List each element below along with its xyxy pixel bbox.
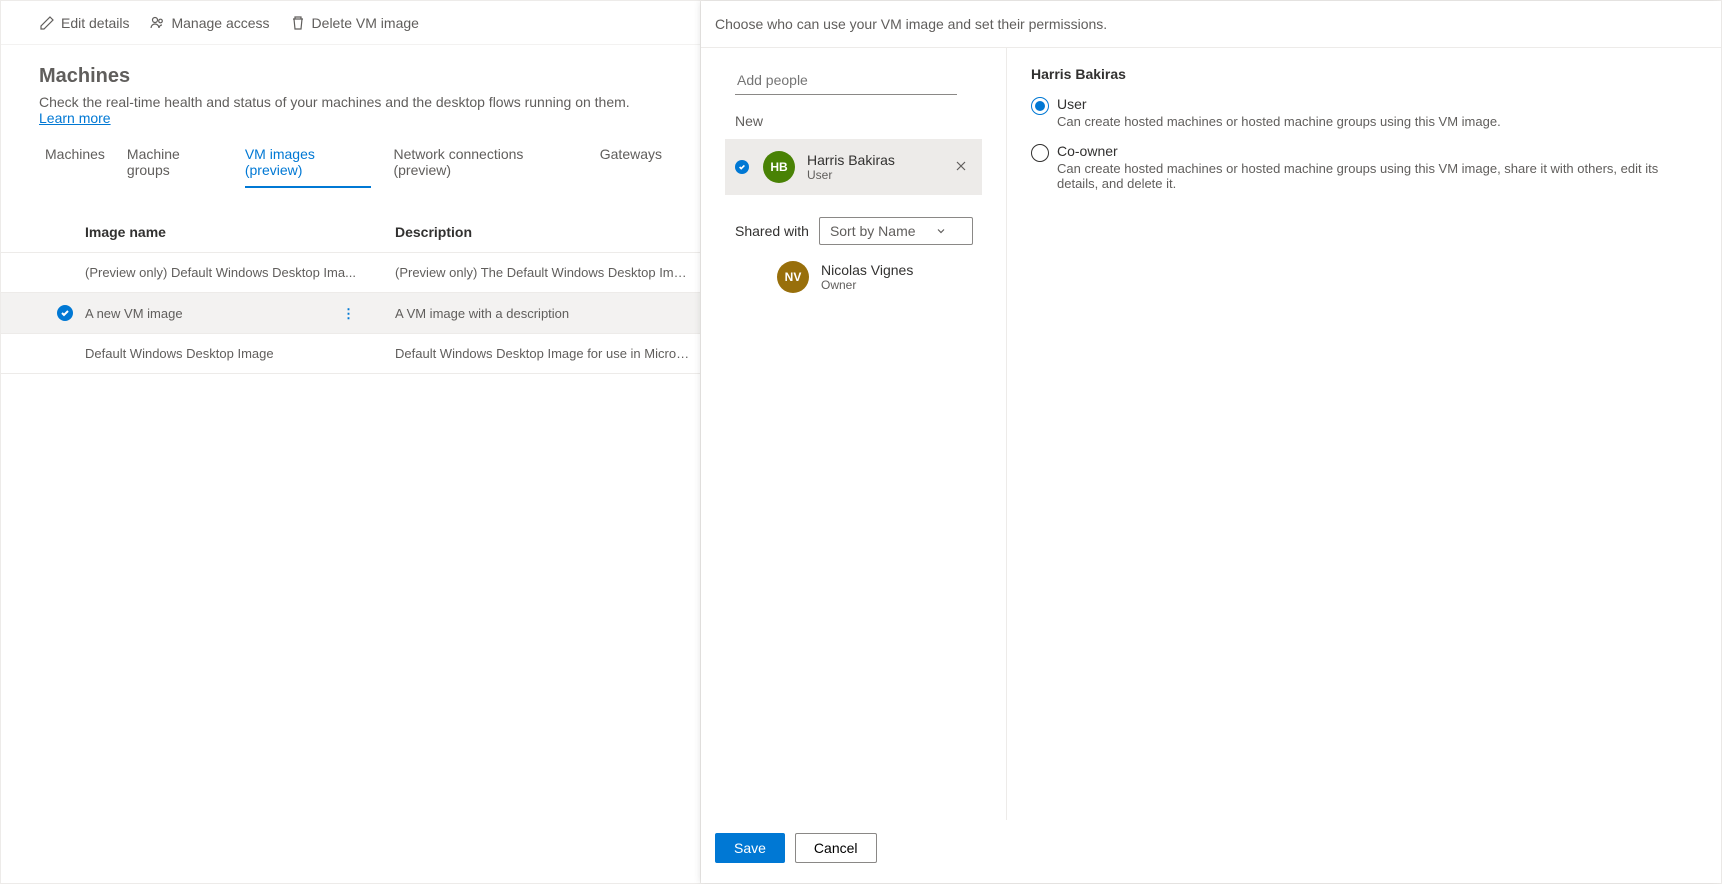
table-row[interactable]: (Preview only) Default Windows Desktop I… (1, 253, 700, 293)
radio-user[interactable]: User Can create hosted machines or hoste… (1031, 96, 1697, 129)
add-people-input[interactable] (735, 66, 957, 95)
radio-coowner[interactable]: Co-owner Can create hosted machines or h… (1031, 143, 1697, 191)
page-title: Machines (39, 65, 662, 88)
permissions-heading: Harris Bakiras (1031, 66, 1697, 82)
sort-select-value: Sort by Name (830, 223, 916, 239)
cancel-button[interactable]: Cancel (795, 833, 877, 863)
person-name: Harris Bakiras (807, 152, 950, 168)
table-row[interactable]: Default Windows Desktop Image Default Wi… (1, 334, 700, 374)
radio-button-coowner[interactable] (1031, 144, 1049, 162)
person-selected-check-icon (735, 160, 749, 174)
shared-with-label: Shared with (735, 223, 809, 239)
row-desc: (Preview only) The Default Windows Deskt… (395, 265, 700, 280)
person-card-harris[interactable]: HB Harris Bakiras User (725, 139, 982, 195)
column-header-description[interactable]: Description (395, 224, 700, 240)
table-row[interactable]: A new VM image ⋮ A VM image with a descr… (1, 293, 700, 334)
remove-person-icon[interactable] (950, 155, 972, 180)
row-desc: A VM image with a description (395, 306, 700, 321)
row-name: (Preview only) Default Windows Desktop I… (85, 265, 395, 280)
row-name: A new VM image (85, 306, 183, 321)
trash-icon (290, 15, 306, 31)
panel-header: Choose who can use your VM image and set… (701, 1, 1721, 48)
tab-gateways[interactable]: Gateways (600, 144, 662, 188)
edit-details-button[interactable]: Edit details (39, 15, 129, 31)
avatar: NV (777, 261, 809, 293)
radio-desc-coowner: Can create hosted machines or hosted mac… (1057, 161, 1697, 191)
edit-icon (39, 15, 55, 31)
people-icon (149, 15, 165, 31)
manage-access-label: Manage access (171, 15, 269, 31)
page-subtitle: Check the real-time health and status of… (39, 94, 662, 126)
tabs: Machines Machine groups VM images (previ… (1, 126, 700, 188)
save-button[interactable]: Save (715, 833, 785, 863)
column-header-name[interactable]: Image name (85, 224, 395, 240)
radio-label-user: User (1057, 96, 1501, 112)
row-selected-check-icon[interactable] (57, 305, 73, 321)
delete-vm-button[interactable]: Delete VM image (290, 15, 419, 31)
radio-desc-user: Can create hosted machines or hosted mac… (1057, 114, 1501, 129)
toolbar: Edit details Manage access Delete VM ima… (1, 1, 700, 45)
radio-button-user[interactable] (1031, 97, 1049, 115)
tab-machines[interactable]: Machines (45, 144, 105, 188)
delete-vm-label: Delete VM image (312, 15, 419, 31)
row-name: Default Windows Desktop Image (85, 346, 395, 361)
vm-image-grid: Image name Description (Preview only) De… (1, 212, 700, 374)
person-card-owner[interactable]: NV Nicolas Vignes Owner (735, 261, 982, 293)
manage-access-panel: Choose who can use your VM image and set… (701, 1, 1721, 883)
new-section-label: New (735, 113, 982, 129)
row-more-icon[interactable]: ⋮ (342, 306, 355, 322)
tab-machine-groups[interactable]: Machine groups (127, 144, 223, 188)
tab-vm-images[interactable]: VM images (preview) (245, 144, 372, 188)
tab-network-connections[interactable]: Network connections (preview) (393, 144, 577, 188)
row-desc: Default Windows Desktop Image for use in… (395, 346, 700, 361)
learn-more-link[interactable]: Learn more (39, 110, 111, 126)
person-role: Owner (821, 278, 982, 292)
subtitle-text: Check the real-time health and status of… (39, 94, 630, 110)
edit-details-label: Edit details (61, 15, 129, 31)
sort-select[interactable]: Sort by Name (819, 217, 973, 245)
manage-access-button[interactable]: Manage access (149, 15, 269, 31)
radio-label-coowner: Co-owner (1057, 143, 1697, 159)
avatar: HB (763, 151, 795, 183)
person-name: Nicolas Vignes (821, 262, 982, 278)
person-role: User (807, 168, 950, 182)
chevron-down-icon (936, 223, 946, 239)
